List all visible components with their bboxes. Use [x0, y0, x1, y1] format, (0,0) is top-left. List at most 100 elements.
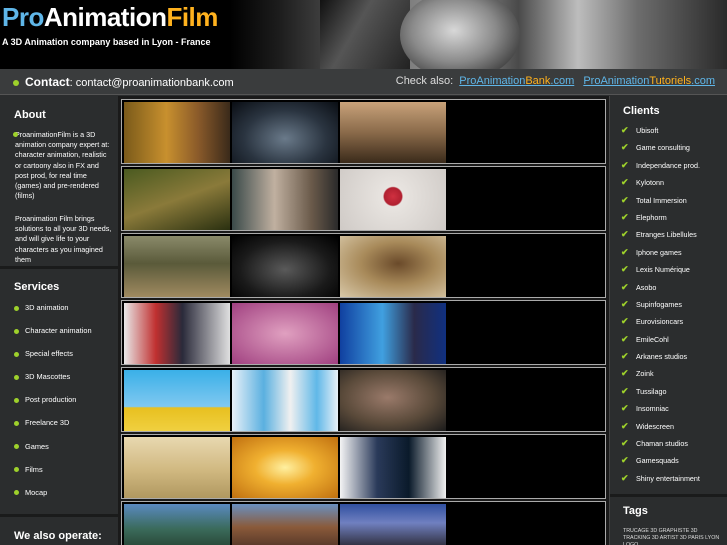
service-item[interactable]: Character animation: [14, 326, 92, 349]
tags-heading: Tags: [623, 505, 648, 517]
portfolio-row: [121, 166, 606, 231]
checkmark-icon: ✔: [621, 211, 629, 222]
bullet-icon: [14, 490, 19, 496]
client-item[interactable]: ✔ Game consulting: [621, 142, 700, 159]
service-item[interactable]: Freelance 3D: [14, 418, 92, 441]
checkmark-icon: ✔: [621, 455, 629, 466]
site-logo[interactable]: ProAnimationFilm: [2, 2, 218, 33]
client-item[interactable]: ✔ Kylotonn: [621, 177, 700, 194]
checkmark-icon: ✔: [621, 385, 629, 396]
checkmark-icon: ✔: [621, 368, 629, 379]
link1-part-c: .com: [550, 75, 575, 87]
portfolio-thumbnail[interactable]: [124, 169, 230, 230]
contact-label: Contact: [25, 75, 70, 89]
service-item[interactable]: 3D animation: [14, 303, 92, 326]
portfolio-thumbnail[interactable]: [232, 303, 338, 364]
client-item[interactable]: ✔ Eurovisioncars: [621, 316, 700, 333]
link-proanimationtutoriels[interactable]: ProAnimationTutoriels.com: [583, 75, 715, 87]
service-label: Character animation: [25, 326, 92, 336]
portfolio-thumbnail[interactable]: [340, 504, 446, 545]
checkmark-icon: ✔: [621, 177, 629, 188]
portfolio-thumbnail[interactable]: [232, 102, 338, 163]
link-proanimationbank[interactable]: ProAnimationBank.com: [459, 75, 574, 87]
client-item[interactable]: ✔ Total Immersion: [621, 195, 700, 212]
portfolio-thumbnail[interactable]: [340, 303, 446, 364]
bullet-icon: [14, 421, 19, 427]
portfolio-thumbnail[interactable]: [232, 169, 338, 230]
portfolio-thumbnail[interactable]: [124, 236, 230, 297]
portfolio-thumbnail[interactable]: [124, 370, 230, 431]
client-item[interactable]: ✔ Elephorm: [621, 212, 700, 229]
bullet-icon: [14, 467, 19, 473]
client-item[interactable]: ✔ Chaman studios: [621, 438, 700, 455]
service-item[interactable]: Mocap: [14, 488, 92, 511]
right-sidebar: Clients ✔ Ubisoft ✔ Game consulting ✔ Indep…: [609, 96, 727, 545]
client-item[interactable]: ✔ Tussilago: [621, 386, 700, 403]
portfolio-row: [121, 99, 606, 164]
contact-bar: Contact: contact@proanimationbank.com Ch…: [0, 69, 727, 95]
client-item[interactable]: ✔ Shiny entertainment: [621, 473, 700, 490]
services-list: 3D animation Character animation Special…: [14, 303, 92, 511]
checkmark-icon: ✔: [621, 142, 629, 153]
service-item[interactable]: Films: [14, 465, 92, 488]
client-label: Shiny entertainment: [636, 473, 700, 483]
portfolio-thumbnail[interactable]: [124, 303, 230, 364]
service-item[interactable]: Games: [14, 442, 92, 465]
operate-heading: We also operate:: [14, 530, 102, 542]
portfolio-thumbnail[interactable]: [340, 370, 446, 431]
client-item[interactable]: ✔ Widescreen: [621, 421, 700, 438]
portfolio-thumbnail[interactable]: [232, 504, 338, 545]
portfolio-thumbnail[interactable]: [232, 370, 338, 431]
client-item[interactable]: ✔ Gamesquads: [621, 455, 700, 472]
portfolio-thumbnail[interactable]: [340, 236, 446, 297]
client-item[interactable]: ✔ Iphone games: [621, 247, 700, 264]
portfolio-thumbnail[interactable]: [340, 102, 446, 163]
service-label: Special effects: [25, 349, 73, 359]
client-item[interactable]: ✔ Lexis Numérique: [621, 264, 700, 281]
client-label: Supinfogames: [636, 299, 682, 309]
portfolio-thumbnail[interactable]: [340, 437, 446, 498]
about-text-1: ProanimationFilm is a 3D animation compa…: [15, 130, 110, 201]
portfolio-thumbnail[interactable]: [124, 437, 230, 498]
client-item[interactable]: ✔ Ubisoft: [621, 125, 700, 142]
portfolio-thumbnail[interactable]: [124, 102, 230, 163]
left-sidebar: About ProanimationFilm is a 3D animation…: [0, 96, 118, 545]
client-item[interactable]: ✔ EmileCohl: [621, 334, 700, 351]
service-item[interactable]: Special effects: [14, 349, 92, 372]
portfolio-thumbnail[interactable]: [340, 169, 446, 230]
contact-email[interactable]: : contact@proanimationbank.com: [70, 77, 234, 89]
header-art-hair: [320, 0, 410, 69]
portfolio-row: [121, 233, 606, 298]
checkmark-icon: ✔: [621, 264, 629, 275]
service-item[interactable]: Post production: [14, 395, 92, 418]
portfolio-row: [121, 434, 606, 499]
checkmark-icon: ✔: [621, 194, 629, 205]
bullet-icon: [13, 80, 19, 87]
client-item[interactable]: ✔ Etranges Libellules: [621, 229, 700, 246]
header-art-face: [400, 0, 520, 69]
client-item[interactable]: ✔ Arkanes studios: [621, 351, 700, 368]
client-label: Game consulting: [636, 143, 690, 153]
client-item[interactable]: ✔ Zoink: [621, 368, 700, 385]
client-item[interactable]: ✔ Supinfogames: [621, 299, 700, 316]
service-label: Post production: [25, 395, 77, 405]
portfolio-thumbnail[interactable]: [232, 236, 338, 297]
client-item[interactable]: ✔ Insomniac: [621, 403, 700, 420]
client-label: Lexis Numérique: [636, 265, 690, 275]
portfolio-thumbnail[interactable]: [232, 437, 338, 498]
service-label: Freelance 3D: [25, 418, 70, 428]
service-item[interactable]: 3D Mascottes: [14, 372, 92, 395]
checkmark-icon: ✔: [621, 298, 629, 309]
checkmark-icon: ✔: [621, 438, 629, 449]
logo-animation: Animation: [43, 2, 167, 32]
service-label: Games: [25, 441, 49, 451]
checkmark-icon: ✔: [621, 159, 629, 170]
tags-cloud[interactable]: TRUCAGE 3D GRAPHISTE 3D TRACKING 3D ARTI…: [623, 528, 723, 545]
client-item[interactable]: ✔ Asobo: [621, 282, 700, 299]
portfolio-thumbnail[interactable]: [124, 504, 230, 545]
client-item[interactable]: ✔ Independance prod.: [621, 160, 700, 177]
bullet-icon: [14, 305, 19, 311]
checkmark-icon: ✔: [621, 281, 629, 292]
client-label: Elephorm: [636, 212, 667, 222]
checkmark-icon: ✔: [621, 316, 629, 327]
